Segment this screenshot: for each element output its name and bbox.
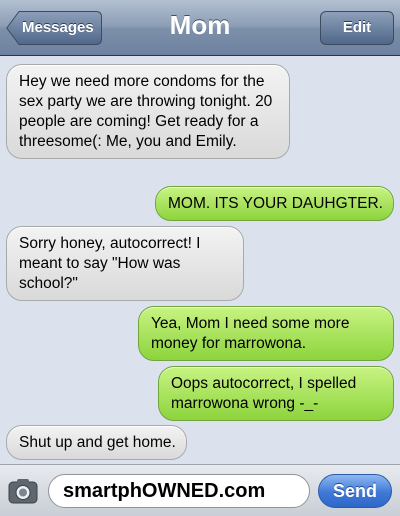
send-button[interactable]: Send <box>318 474 392 508</box>
message-thread[interactable]: Hey we need more condoms for the sex par… <box>0 56 400 460</box>
edit-button[interactable]: Edit <box>320 11 394 45</box>
message-composer: smartphOWNED.com Send <box>0 464 400 516</box>
message-bubble-incoming: Sorry honey, autocorrect! I meant to say… <box>6 226 244 301</box>
camera-icon <box>8 479 38 504</box>
navigation-bar: Messages Mom Edit <box>0 0 400 56</box>
message-bubble-incoming: Shut up and get home. <box>6 425 187 460</box>
message-bubble-outgoing: Oops autocorrect, I spelled marrowona wr… <box>158 366 394 421</box>
message-input[interactable]: smartphOWNED.com <box>48 474 310 508</box>
message-bubble-outgoing: Yea, Mom I need some more money for marr… <box>138 306 394 361</box>
message-bubble-incoming: Hey we need more condoms for the sex par… <box>6 64 290 159</box>
message-bubble-outgoing: MOM. ITS YOUR DAUHGTER. <box>154 186 394 221</box>
camera-button[interactable] <box>8 477 38 505</box>
